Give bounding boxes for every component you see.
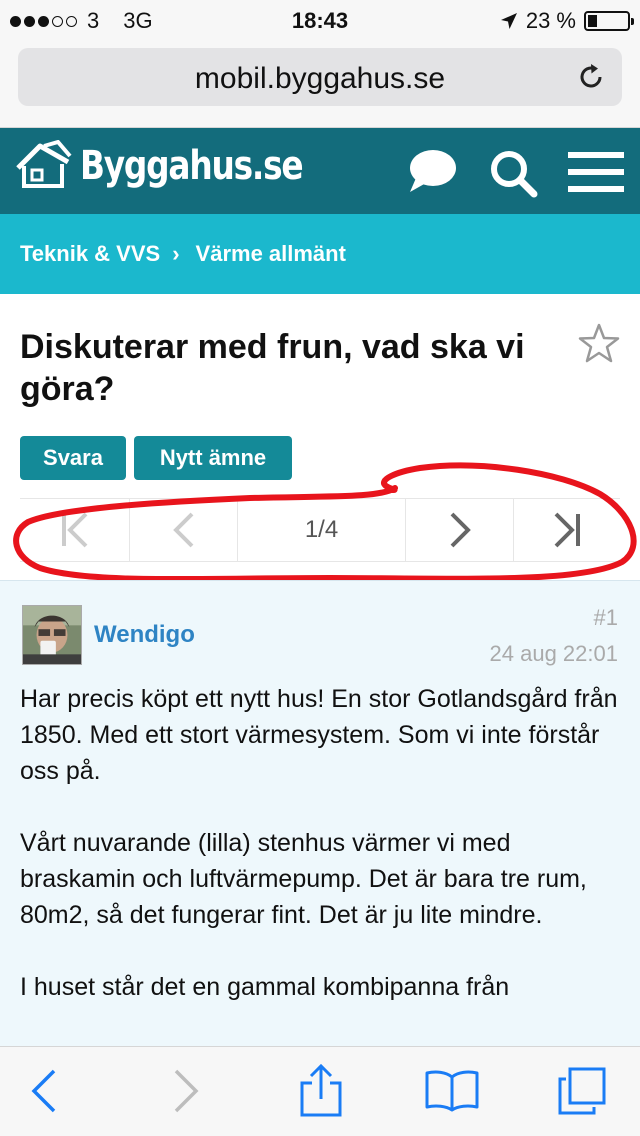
breadcrumb: Teknik & VVS › Värme allmänt — [0, 214, 640, 294]
url-field[interactable]: mobil.byggahus.se — [18, 48, 622, 106]
post-date: 24 aug 22:01 — [489, 641, 618, 666]
bookmarks-icon[interactable] — [424, 1069, 480, 1113]
page-indicator-label: 1/4 — [304, 516, 339, 543]
last-page-button[interactable] — [514, 499, 620, 561]
post-number[interactable]: #1 — [594, 605, 618, 631]
breadcrumb-varme-allmant[interactable]: Värme allmänt — [196, 241, 346, 267]
next-page-button[interactable] — [406, 499, 514, 561]
house-logo-icon — [16, 140, 72, 188]
forward-icon[interactable] — [172, 1067, 200, 1115]
chevron-left-icon — [172, 512, 193, 548]
location-arrow-icon — [500, 13, 517, 29]
status-bar: 3 3G 18:43 23 % — [0, 0, 640, 40]
first-page-button[interactable] — [20, 499, 130, 561]
post-body: Har precis köpt ett nytt hus! En stor Go… — [20, 681, 620, 1041]
share-icon[interactable] — [298, 1063, 344, 1119]
post: Wendigo #1 24 aug 22:01 Har precis köpt … — [0, 580, 640, 1050]
username[interactable]: Wendigo — [94, 621, 195, 649]
tabs-icon[interactable] — [556, 1065, 608, 1117]
reload-icon[interactable] — [576, 62, 606, 92]
page-indicator[interactable]: 1/4 — [238, 499, 406, 561]
last-page-icon — [554, 512, 580, 548]
browser-address-bar: mobil.byggahus.se — [0, 40, 640, 128]
post-paragraph: I huset står det en gammal kombipanna fr… — [20, 973, 510, 1001]
first-page-icon — [61, 512, 87, 548]
status-right-group: 23 % — [500, 8, 634, 34]
battery-percent: 23 % — [525, 8, 576, 33]
chevron-right-icon — [450, 512, 471, 548]
post-paragraph: Vårt nuvarande (lilla) stenhus värmer vi… — [20, 829, 587, 929]
chat-icon[interactable] — [408, 148, 458, 194]
pagination: 1/4 — [20, 498, 620, 562]
browser-toolbar — [0, 1046, 640, 1136]
breadcrumb-teknik-vvs[interactable]: Teknik & VVS — [20, 241, 160, 267]
breadcrumb-separator: › — [172, 241, 180, 266]
back-icon[interactable] — [30, 1067, 58, 1115]
star-icon[interactable] — [578, 322, 620, 364]
site-header: Byggahus.se — [0, 128, 640, 214]
thread-title: Diskuterar med frun, vad ska vi göra? — [20, 328, 525, 408]
site-logo[interactable]: Byggahus.se — [14, 140, 351, 192]
post-paragraph: Har precis köpt ett nytt hus! En stor Go… — [20, 685, 618, 785]
reply-button[interactable]: Svara — [20, 436, 126, 480]
avatar[interactable] — [22, 605, 82, 665]
battery-icon — [584, 11, 634, 31]
new-topic-button[interactable]: Nytt ämne — [134, 436, 292, 480]
battery-level — [588, 15, 597, 27]
logo-text: Byggahus.se — [80, 143, 304, 189]
previous-page-button[interactable] — [130, 499, 238, 561]
menu-icon[interactable] — [568, 150, 624, 194]
search-icon[interactable] — [488, 148, 538, 198]
url-text: mobil.byggahus.se — [194, 62, 446, 95]
